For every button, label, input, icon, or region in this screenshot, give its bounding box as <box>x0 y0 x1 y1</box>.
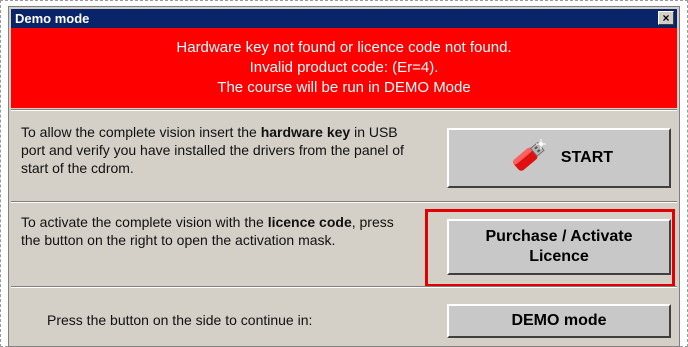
start-button[interactable]: START <box>447 128 671 188</box>
demo-mode-dialog: Demo mode × Hardware key not found or li… <box>8 6 680 347</box>
demo-section: Press the button on the side to continue… <box>11 286 677 346</box>
divider <box>11 109 677 111</box>
error-line-1: Hardware key not found or licence code n… <box>176 39 512 56</box>
hardware-description: To allow the complete vision insert the … <box>21 124 404 176</box>
close-button[interactable]: × <box>658 11 674 25</box>
hardware-key-section: To allow the complete vision insert the … <box>11 109 677 200</box>
licence-section: To activate the complete vision with the… <box>11 201 677 287</box>
purchase-activate-licence-button[interactable]: Purchase / Activate Licence <box>447 219 671 275</box>
title-bar: Demo mode × <box>11 9 677 28</box>
error-line-2: Invalid product code: (Er=4). <box>249 59 439 76</box>
licence-description: To activate the complete vision with the… <box>21 214 394 248</box>
purchase-label-line1: Purchase / Activate <box>485 228 633 245</box>
window-title: Demo mode <box>15 11 90 26</box>
usb-stick-icon <box>512 139 546 171</box>
error-line-3: The course will be run in DEMO Mode <box>217 79 471 96</box>
purchase-label-line2: Licence <box>529 248 589 265</box>
error-banner: Hardware key not found or licence code n… <box>11 28 677 108</box>
start-label: START <box>560 149 614 166</box>
continue-text: Press the button on the side to continue… <box>47 312 313 328</box>
demo-mode-button[interactable]: DEMO mode <box>447 304 671 338</box>
divider <box>11 201 677 203</box>
divider <box>11 286 677 288</box>
